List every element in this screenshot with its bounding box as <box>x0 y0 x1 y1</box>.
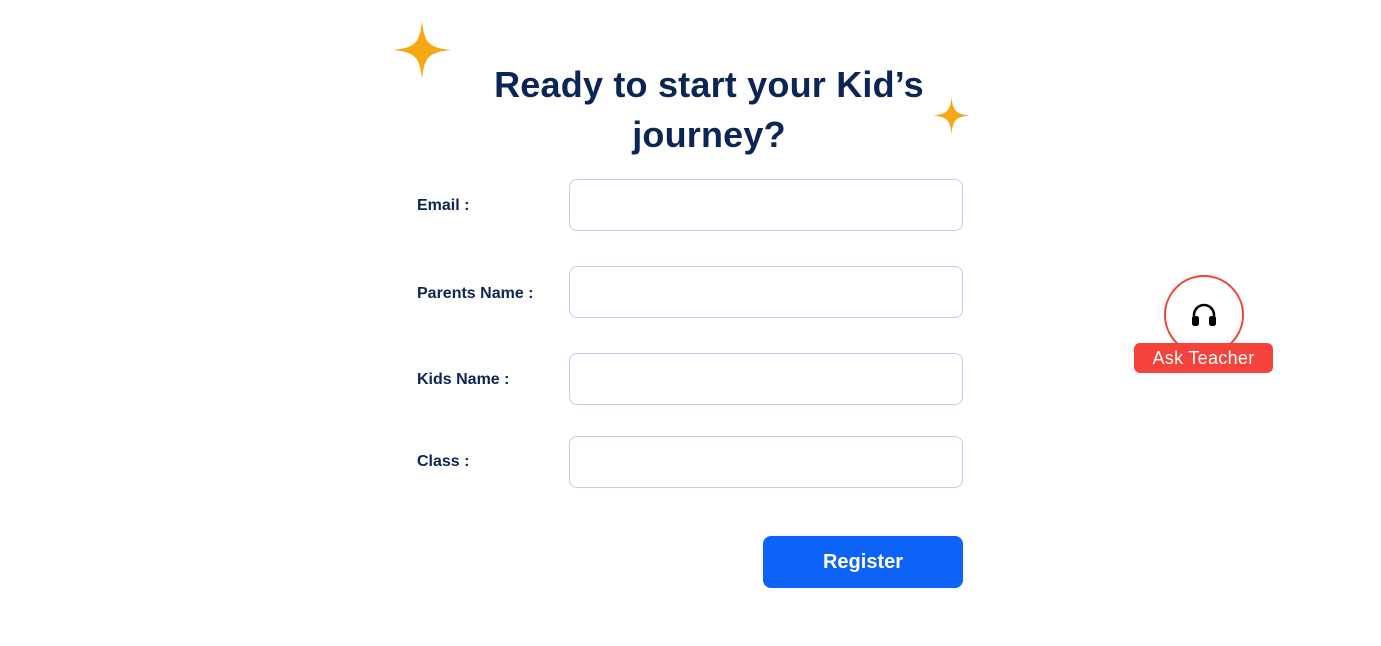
parents-name-field[interactable] <box>569 266 963 318</box>
class-field[interactable] <box>569 436 963 488</box>
kids-name-label: Kids Name : <box>417 371 510 388</box>
class-label: Class : <box>417 453 470 470</box>
email-field[interactable] <box>569 179 963 231</box>
ask-teacher-widget[interactable]: Ask Teacher <box>1134 275 1273 375</box>
email-label: Email : <box>417 197 470 214</box>
page-title: Ready to start your Kid’s journey? <box>494 64 924 155</box>
ask-teacher-label[interactable]: Ask Teacher <box>1134 343 1273 373</box>
kids-name-field[interactable] <box>569 353 963 405</box>
sparkle-star-icon <box>393 21 451 79</box>
parents-name-label: Parents Name : <box>417 285 534 302</box>
register-button[interactable]: Register <box>763 536 963 588</box>
headphones-icon <box>1192 303 1216 326</box>
